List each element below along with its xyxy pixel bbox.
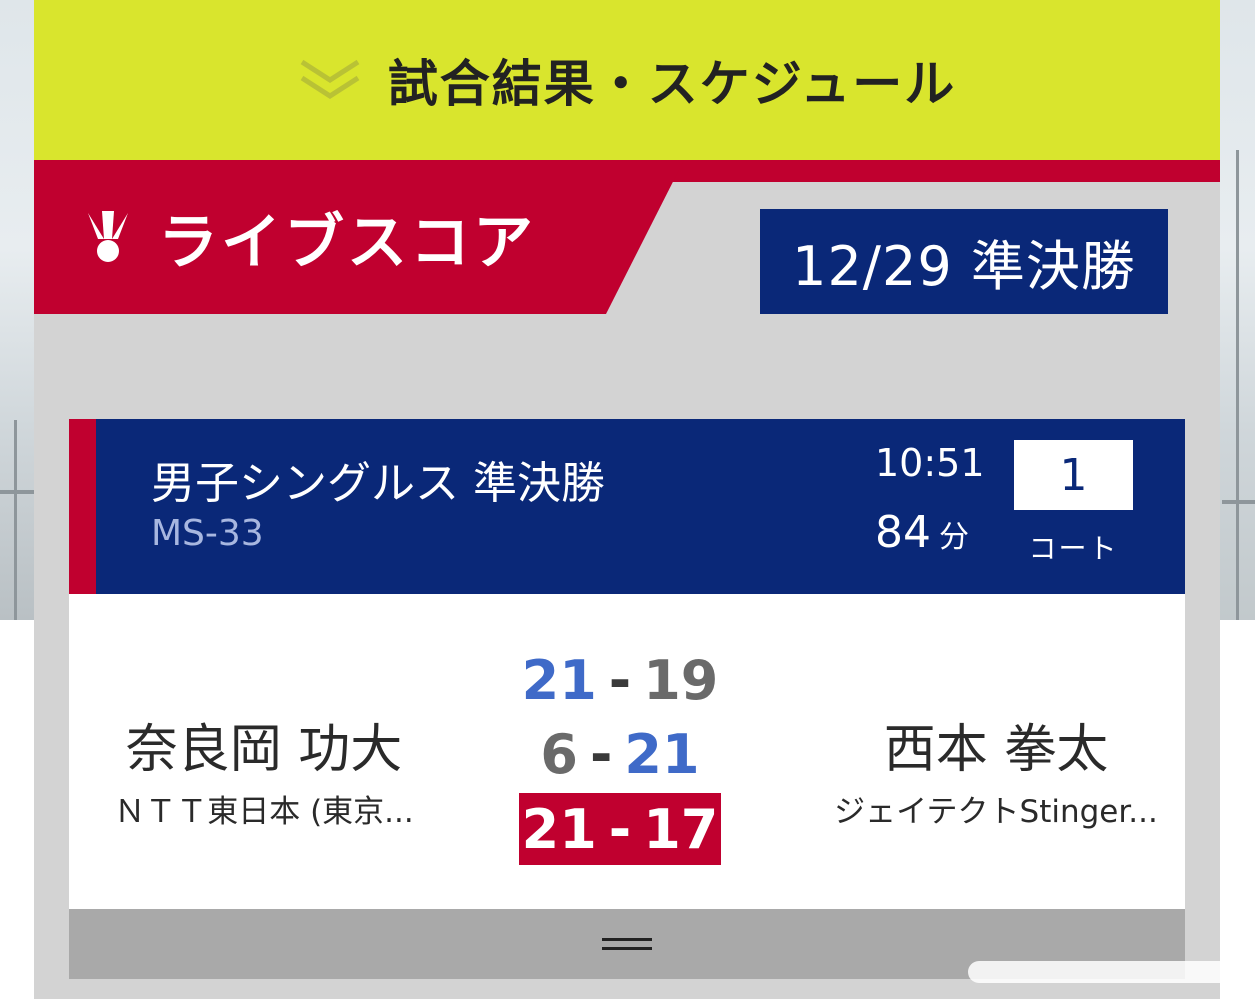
live-score-panel: 試合結果・スケジュール ライブスコア 12/29 準決勝 男子シングルス 準決勝… [34, 0, 1220, 999]
player-right-name: 西本 拳太 [883, 720, 1109, 780]
match-score-body: 奈良岡 功大 ＮＴＴ東日本 (東京... 21 - 19 6 - 21 21 -… [69, 594, 1185, 909]
schedule-header[interactable]: 試合結果・スケジュール [34, 0, 1220, 160]
scroll-indicator[interactable] [968, 961, 1242, 983]
background-strut [1236, 150, 1239, 620]
live-score-title: ライブスコア [158, 207, 536, 278]
score-dash: - [608, 648, 632, 712]
match-header: 男子シングルス 準決勝 MS-33 10:51 84 分 1 コート [69, 419, 1185, 594]
date-round-text: 12/29 準決勝 [792, 235, 1136, 298]
player-left-name: 奈良岡 功大 [125, 720, 403, 780]
court-number: 1 [1014, 440, 1133, 510]
background-strut [14, 420, 17, 620]
game-2-left: 6 [540, 722, 578, 786]
background-strut [0, 490, 34, 494]
player-left-team: ＮＴＴ東日本 (東京... [114, 794, 414, 830]
duration-unit: 分 [939, 520, 969, 555]
event-name: 男子シングルス 準決勝 [151, 458, 605, 509]
shuttlecock-icon [88, 211, 128, 262]
game-3-right: 17 [643, 797, 719, 861]
game-1-right: 19 [643, 648, 719, 712]
date-round-badge: 12/29 準決勝 [760, 209, 1168, 314]
hamburger-icon[interactable] [602, 934, 652, 954]
player-right: 西本 拳太 ジェイテクトStinger... [821, 707, 1171, 831]
player-right-team: ジェイテクトStinger... [834, 794, 1158, 830]
game-1-score: 21 - 19 [519, 644, 721, 716]
game-2-right: 21 [624, 722, 700, 786]
schedule-title: 試合結果・スケジュール [387, 55, 957, 113]
live-score-tab: ライブスコア [34, 160, 684, 314]
court-label: コート [1028, 532, 1119, 565]
match-accent-bar [69, 419, 96, 594]
background-left [0, 0, 34, 620]
double-chevron-down-icon [300, 59, 360, 99]
match-card[interactable]: 男子シングルス 準決勝 MS-33 10:51 84 分 1 コート 奈良岡 功大… [69, 419, 1185, 979]
game-2-score: 6 - 21 [519, 718, 721, 790]
duration-value: 84 [875, 507, 931, 558]
score-dash: - [590, 722, 613, 786]
player-left: 奈良岡 功大 ＮＴＴ東日本 (東京... [89, 707, 439, 831]
game-3-left: 21 [521, 797, 597, 861]
match-code: MS-33 [151, 513, 264, 554]
match-duration: 84 分 [875, 507, 969, 558]
start-time: 10:51 [875, 441, 985, 485]
game-3-score: 21 - 17 [519, 793, 721, 865]
game-1-left: 21 [521, 648, 597, 712]
score-dash: - [608, 797, 632, 861]
